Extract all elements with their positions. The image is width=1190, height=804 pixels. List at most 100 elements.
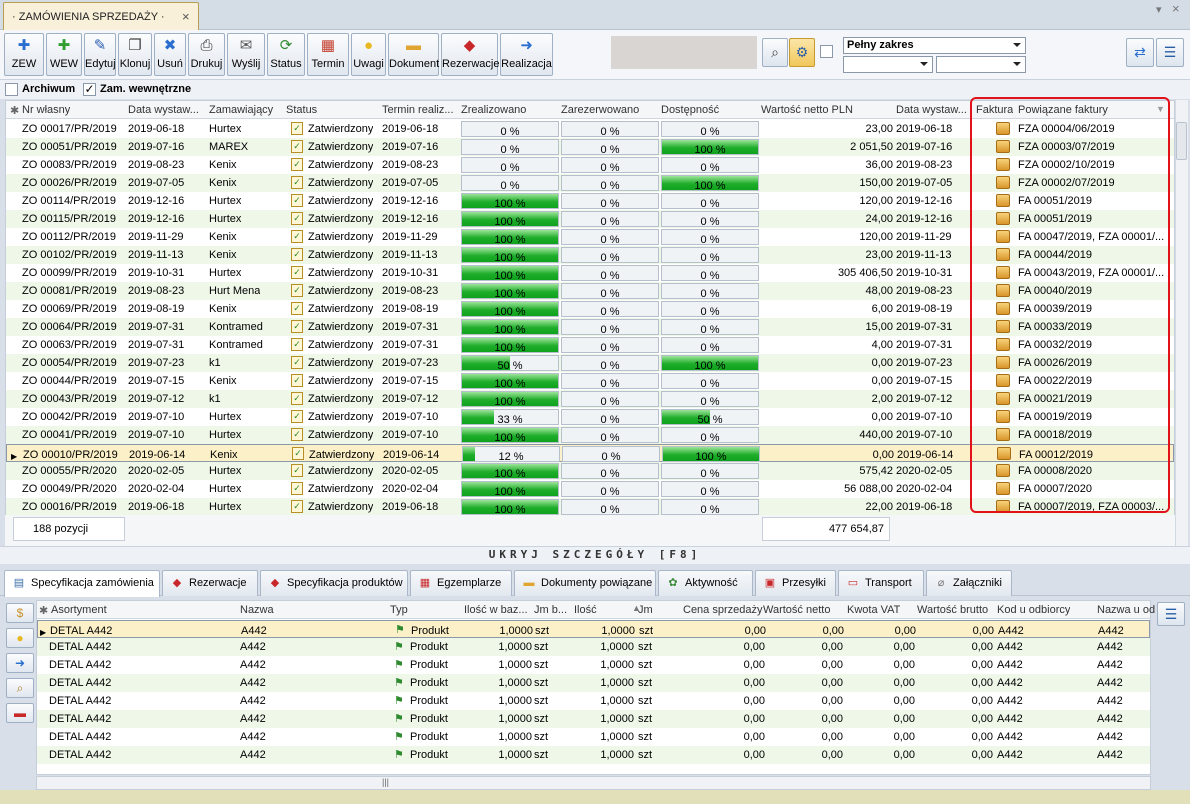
window-close-icon[interactable]: × bbox=[1172, 1, 1180, 16]
list-item[interactable]: ⚑ DETAL A442 A442 Produkt 1,0000 szt 1,0000 szt… bbox=[37, 692, 1150, 710]
card-side-button[interactable]: ▬ bbox=[6, 703, 34, 723]
tab-order-specification[interactable]: ▤ Specyfikacja zamówienia bbox=[4, 570, 160, 597]
search-side-button[interactable]: ⌕ bbox=[6, 678, 34, 698]
edit-button[interactable]: ✎ Edytuj bbox=[84, 33, 116, 76]
column-header[interactable]: Ilość bbox=[574, 604, 597, 616]
pin-icon[interactable]: ▾ bbox=[1156, 3, 1162, 16]
reserved-progress: 0 % bbox=[561, 337, 659, 353]
column-header[interactable]: Asortyment bbox=[51, 604, 107, 616]
column-header[interactable]: Jm b... bbox=[534, 604, 567, 616]
columns-button[interactable]: ☰ bbox=[1156, 38, 1184, 67]
column-header[interactable]: Termin realiz... bbox=[382, 104, 454, 116]
detail-columns-button[interactable]: ☰ bbox=[1157, 602, 1185, 626]
qty: 1,0000 bbox=[600, 713, 634, 725]
list-item[interactable]: ⚑ DETAL A442 A442 Produkt 1,0000 szt 1,0000 szt… bbox=[37, 656, 1150, 674]
filter-select-2[interactable] bbox=[843, 56, 933, 73]
issue-date: 2019-08-23 bbox=[128, 285, 185, 297]
column-header[interactable]: Wartość brutto bbox=[917, 604, 988, 616]
net-value: 0,00 bbox=[821, 641, 843, 653]
tab-product-specification[interactable]: ◆ Specyfikacja produktów bbox=[260, 570, 408, 596]
internal-orders-checkbox[interactable]: ✓ bbox=[83, 83, 96, 96]
column-header[interactable]: Cena sprzedaży bbox=[683, 604, 763, 616]
column-header[interactable]: Kod u odbiorcy bbox=[997, 604, 1070, 616]
column-header[interactable]: Nazwa bbox=[240, 604, 274, 616]
status: Zatwierdzony bbox=[308, 501, 374, 513]
clone-button[interactable]: ❐ Klonuj bbox=[118, 33, 152, 76]
column-header[interactable]: Ilość w baz... bbox=[464, 604, 528, 616]
notes-button[interactable]: ● Uwagi bbox=[351, 33, 386, 76]
tab-activity[interactable]: ✿ Aktywność bbox=[658, 570, 753, 596]
column-header[interactable]: Wartość netto bbox=[763, 604, 830, 616]
column-header[interactable]: Data wystaw... bbox=[128, 104, 199, 116]
tab-related-documents[interactable]: ▬ Dokumenty powiązane bbox=[514, 570, 656, 596]
base-unit: szt bbox=[534, 677, 549, 689]
tab-transport[interactable]: ▭ Transport bbox=[838, 570, 924, 596]
details-toggle[interactable]: UKRYJ SZCZEGÓŁY [F8] bbox=[0, 546, 1190, 564]
column-header[interactable]: Kwota VAT bbox=[847, 604, 900, 616]
list-item[interactable]: ⚑ DETAL A442 A442 Produkt 1,0000 szt 1,0000 szt… bbox=[37, 674, 1150, 692]
column-header[interactable]: Typ bbox=[390, 604, 408, 616]
deadline-button[interactable]: ▦ Termin bbox=[307, 33, 349, 76]
orders-scroll-thumb[interactable] bbox=[1176, 122, 1187, 160]
base-qty: 1,0000 bbox=[498, 695, 532, 707]
column-header[interactable]: Zamawiający bbox=[209, 104, 273, 116]
tab-sales-orders[interactable]: · ZAMÓWIENIA SPRZEDAŻY · × bbox=[3, 2, 199, 30]
availability-progress-text: 0 % bbox=[700, 378, 720, 389]
list-item[interactable]: ▶ ⚑ DETAL A442 A442 Produkt 1,0000 szt 1,0000 sz… bbox=[37, 620, 1150, 638]
order-number: ZO 00115/PR/2019 bbox=[22, 213, 116, 225]
list-item[interactable]: ⚑ DETAL A442 A442 Produkt 1,0000 szt 1,0000 szt… bbox=[37, 728, 1150, 746]
sale-price: 0,00 bbox=[743, 659, 765, 671]
bottom-status-bar bbox=[0, 790, 1190, 804]
realization-side-button[interactable]: ➜ bbox=[6, 653, 34, 673]
status: Zatwierdzony bbox=[308, 429, 374, 441]
list-item[interactable]: ⚑ DETAL A442 A442 Produkt 1,0000 szt 1,0000 szt… bbox=[37, 638, 1150, 656]
customer: Hurtex bbox=[209, 123, 242, 135]
reservation-button[interactable]: ◆ Rezerwacje bbox=[441, 33, 499, 76]
realization-button[interactable]: ➜ Realizacja bbox=[500, 33, 553, 76]
reserved-progress-text: 0 % bbox=[600, 270, 620, 281]
document-button[interactable]: ▬ Dokument bbox=[388, 33, 439, 76]
column-header[interactable]: Nazwa u od bbox=[1097, 604, 1155, 616]
sync-button[interactable]: ⇄ bbox=[1126, 38, 1154, 67]
tab-attachments[interactable]: ⌀ Załączniki bbox=[926, 570, 1012, 596]
order-number: ZO 00010/PR/2019 bbox=[23, 449, 118, 461]
money-button[interactable]: $ bbox=[6, 603, 34, 623]
print-button[interactable]: ⎙ Drukuj bbox=[188, 33, 225, 76]
send-button[interactable]: ✉ Wyślij bbox=[227, 33, 265, 76]
zew-button[interactable]: ✚ ZEW bbox=[4, 33, 44, 76]
order-number: ZO 00016/PR/2019 bbox=[22, 501, 117, 513]
range-select[interactable]: Pełny zakres bbox=[843, 37, 1026, 54]
archive-checkbox[interactable] bbox=[5, 83, 18, 96]
column-header[interactable]: Status bbox=[286, 104, 317, 116]
column-header[interactable]: Jm bbox=[638, 604, 653, 616]
column-header[interactable]: Zarezerwowano bbox=[561, 104, 639, 116]
column-header[interactable]: Dostępność bbox=[661, 104, 719, 116]
column-header[interactable]: Zrealizowano bbox=[461, 104, 526, 116]
arrow-icon: ➜ bbox=[14, 656, 26, 670]
column-header[interactable]: Wartość netto PLN bbox=[761, 104, 853, 116]
search-button[interactable]: ⌕ bbox=[762, 38, 788, 67]
tab-shipments[interactable]: ▣ Przesyłki bbox=[755, 570, 836, 596]
reservation-icon: ◆ bbox=[172, 577, 182, 589]
bulb-button[interactable]: ● bbox=[6, 628, 34, 648]
tab-copies[interactable]: ▦ Egzemplarze bbox=[410, 570, 512, 596]
sync-arrows-icon: ⇄ bbox=[1134, 44, 1146, 60]
items-horizontal-scrollbar[interactable]: ||| bbox=[36, 776, 1151, 790]
delete-button[interactable]: ✖ Usuń bbox=[154, 33, 186, 76]
orders-vertical-scrollbar[interactable] bbox=[1175, 100, 1188, 547]
reserved-progress-text: 0 % bbox=[600, 378, 620, 389]
column-header[interactable]: Nr własny bbox=[22, 104, 70, 116]
tab-close-icon[interactable]: × bbox=[182, 9, 190, 24]
filter-select-3[interactable] bbox=[936, 56, 1026, 73]
realized-progress-text: 0 % bbox=[500, 180, 520, 191]
tab-reservations[interactable]: ◆ Rezerwacje bbox=[162, 570, 258, 596]
list-item[interactable]: ⚑ DETAL A442 A442 Produkt 1,0000 szt 1,0000 szt… bbox=[37, 746, 1150, 764]
list-item[interactable]: ⚑ DETAL A442 A442 Produkt 1,0000 szt 1,0000 szt… bbox=[37, 710, 1150, 728]
settings-button[interactable]: ⚙ bbox=[789, 38, 815, 67]
status-button[interactable]: ⟳ Status bbox=[267, 33, 305, 76]
wew-button[interactable]: ✚ WEW bbox=[46, 33, 82, 76]
customer: Hurtex bbox=[209, 501, 242, 513]
column-header[interactable]: Data wystaw... bbox=[896, 104, 967, 116]
availability-progress: 0 % bbox=[661, 499, 759, 515]
filter-checkbox[interactable] bbox=[820, 45, 833, 58]
